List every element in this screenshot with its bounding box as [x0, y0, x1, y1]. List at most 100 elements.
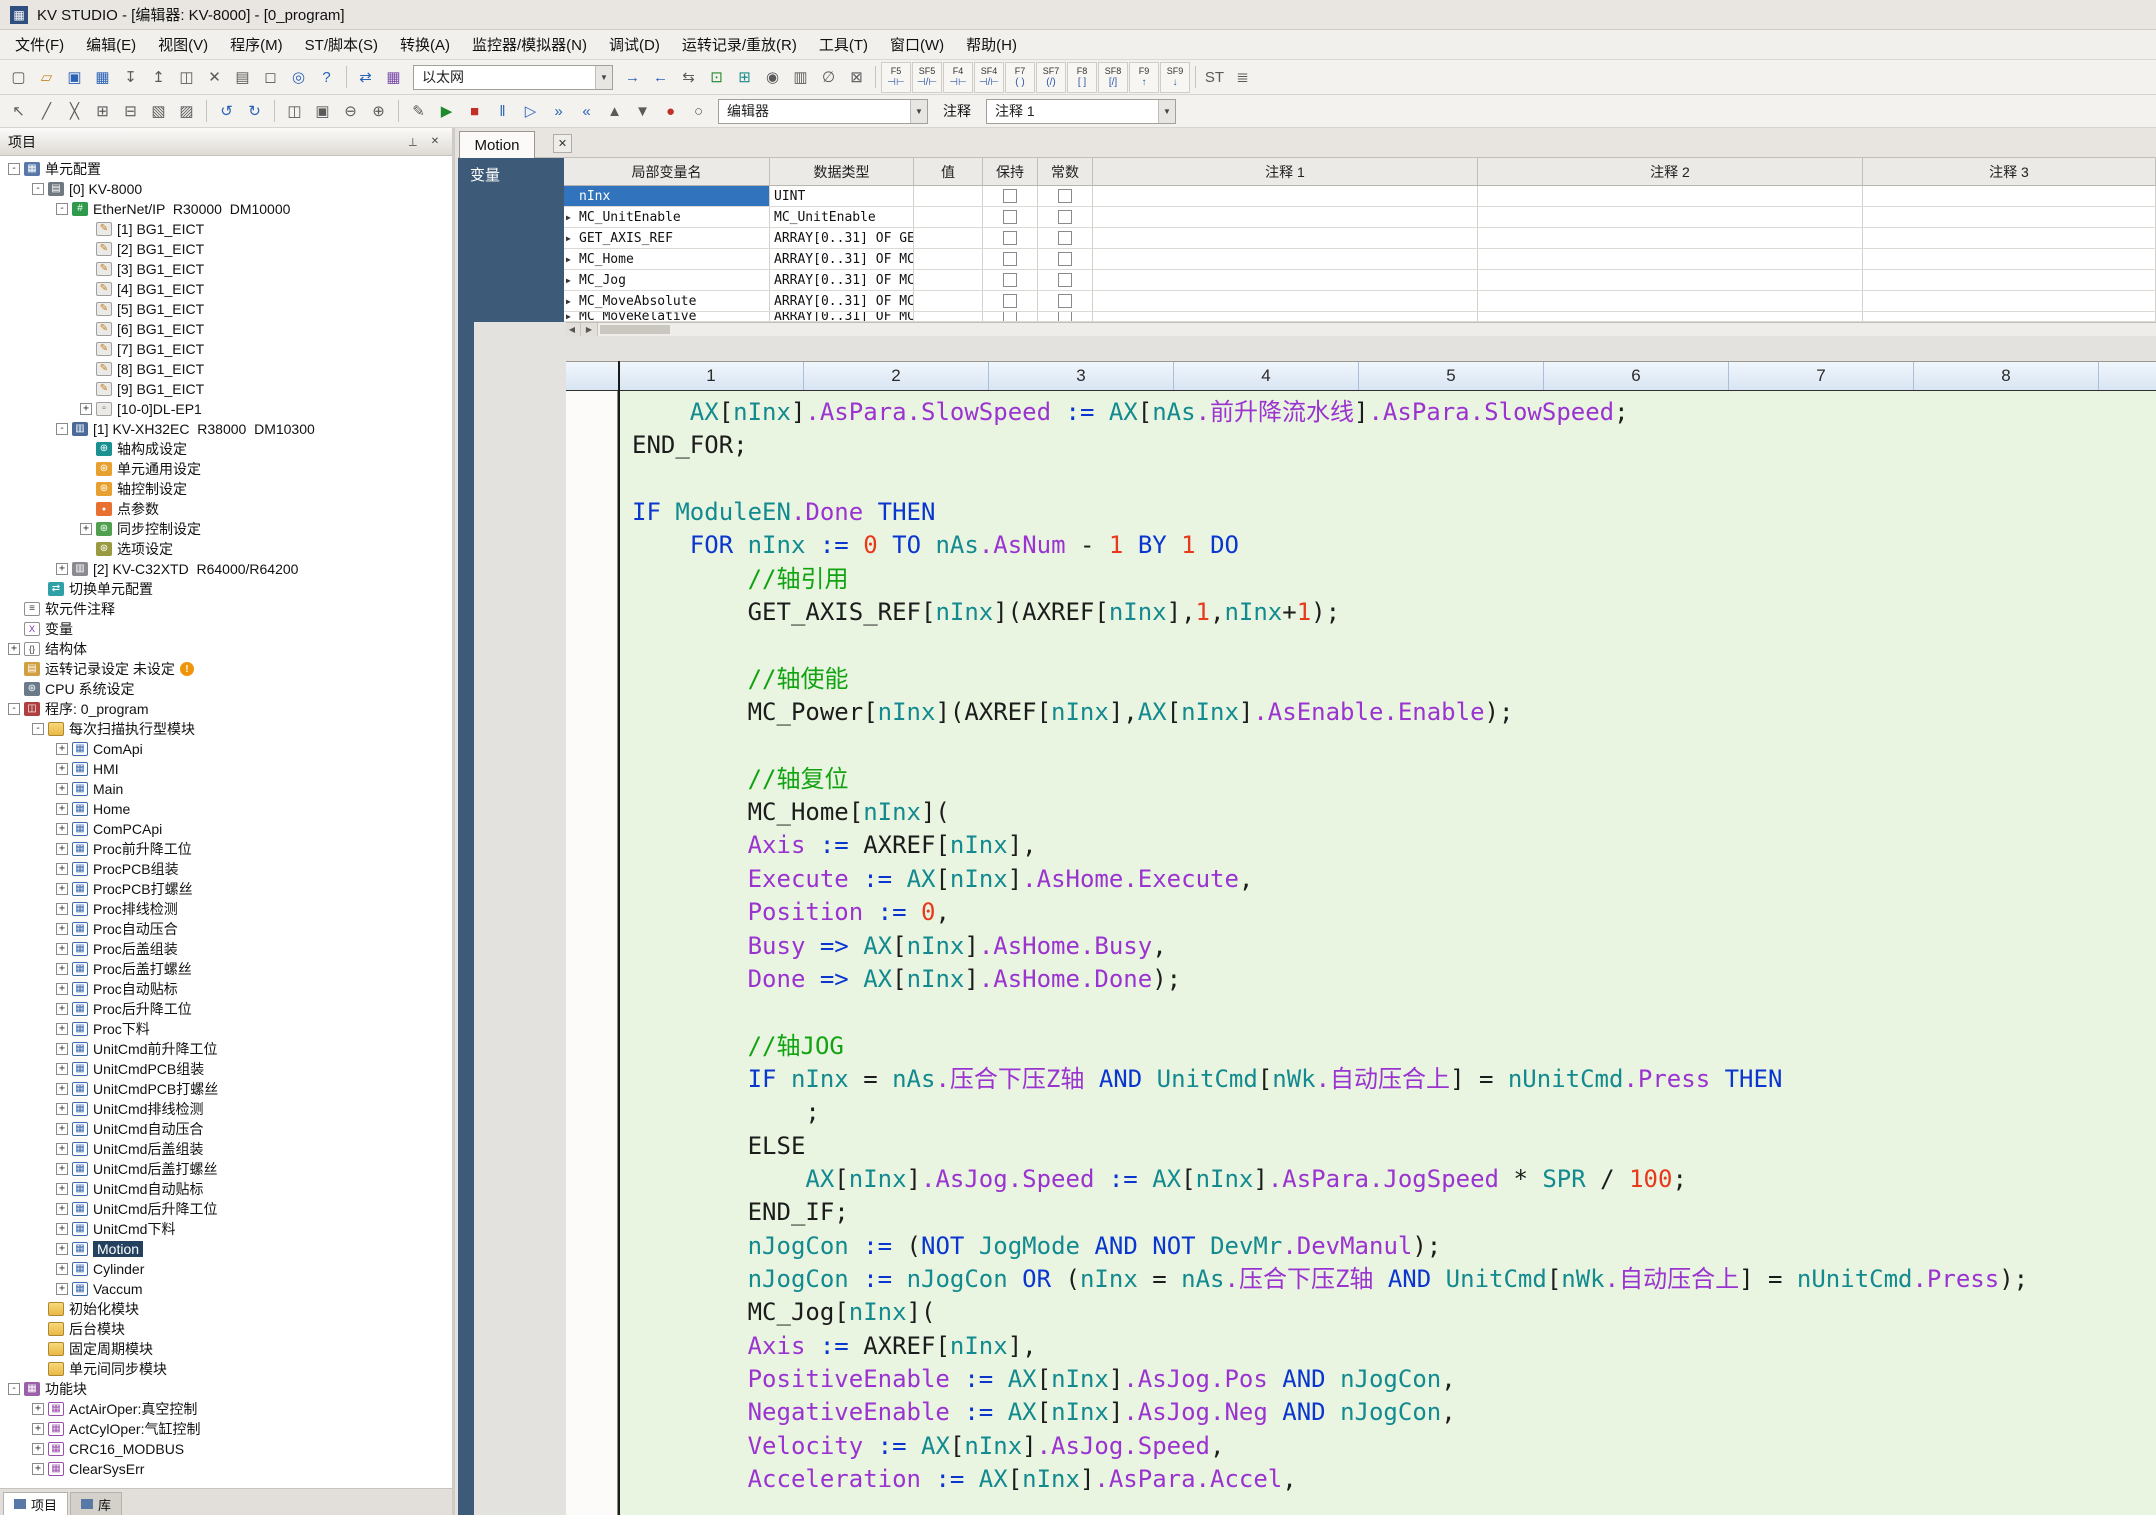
close-tab-icon[interactable]: ✕	[553, 134, 572, 153]
var-comment-cell[interactable]	[1093, 270, 1478, 290]
tree-item[interactable]: + UnitCmd下料	[0, 1219, 452, 1239]
expand-icon[interactable]: +	[32, 1463, 44, 1475]
monitor-mode-icon[interactable]: ⊡	[703, 64, 730, 90]
draw-line-icon[interactable]: ╱	[33, 98, 60, 124]
var-name-cell[interactable]: ▶ GET_AXIS_REF	[564, 228, 770, 248]
var-comment-cell[interactable]	[1093, 249, 1478, 269]
expand-icon[interactable]: +	[80, 403, 92, 415]
var-comment-cell[interactable]	[1093, 186, 1478, 206]
variable-side-panel[interactable]: 变量	[458, 158, 564, 322]
var-type-cell[interactable]: MC_UnitEnable	[770, 207, 914, 227]
run-icon[interactable]: ▶	[433, 98, 460, 124]
tree-item[interactable]: + Cylinder	[0, 1259, 452, 1279]
var-column-header[interactable]: 注释 3	[1863, 158, 2156, 185]
occupation-icon[interactable]: ⊠	[843, 64, 870, 90]
comment-set-selector[interactable]: 注释 1	[986, 98, 1176, 124]
tree-item[interactable]: +[4] BG1_EICT	[0, 279, 452, 299]
menu-item[interactable]: 工具(T)	[808, 31, 879, 58]
collapse-icon[interactable]: -	[56, 423, 68, 435]
editor-mode-icon[interactable]: ✎	[405, 98, 432, 124]
var-comment-cell[interactable]	[1863, 249, 2156, 269]
expand-array-icon[interactable]: ▶	[566, 213, 579, 222]
scroll-right-icon[interactable]: ▶	[581, 323, 598, 336]
expand-icon[interactable]: +	[56, 1183, 68, 1195]
menu-item[interactable]: 编辑(E)	[75, 31, 147, 58]
fn-f7-button[interactable]: F7( )	[1005, 61, 1035, 93]
expand-icon[interactable]: +	[56, 763, 68, 775]
close-icon[interactable]	[426, 133, 444, 151]
panel-tab-project[interactable]: 项目	[3, 1492, 69, 1515]
collapse-icon[interactable]: -	[8, 1383, 20, 1395]
tree-item[interactable]: + Proc后盖组装	[0, 939, 452, 959]
menu-item[interactable]: 转换(A)	[389, 31, 461, 58]
var-comment-cell[interactable]	[1863, 228, 2156, 248]
var-value-cell[interactable]	[914, 249, 983, 269]
var-retain-cell[interactable]	[983, 207, 1038, 227]
checkbox[interactable]	[1058, 252, 1072, 266]
expand-icon[interactable]: +	[56, 1063, 68, 1075]
checkbox[interactable]	[1058, 294, 1072, 308]
tree-item[interactable]: - EtherNet/IP R30000 DM10000	[0, 199, 452, 219]
tree-item[interactable]: - [1] KV-XH32EC R38000 DM10300	[0, 419, 452, 439]
var-constant-cell[interactable]	[1038, 249, 1093, 269]
tree-item[interactable]: +切换单元配置	[0, 579, 452, 599]
tree-item[interactable]: + CRC16_MODBUS	[0, 1439, 452, 1459]
var-comment-cell[interactable]	[1478, 228, 1863, 248]
expand-icon[interactable]: +	[56, 1083, 68, 1095]
expand-icon[interactable]: +	[56, 923, 68, 935]
var-constant-cell[interactable]	[1038, 291, 1093, 311]
expand-icon[interactable]: +	[32, 1403, 44, 1415]
expand-icon[interactable]: +	[56, 823, 68, 835]
expand-icon[interactable]: +	[56, 783, 68, 795]
tree-item[interactable]: +[8] BG1_EICT	[0, 359, 452, 379]
tree-item[interactable]: +后台模块	[0, 1319, 452, 1339]
var-retain-cell[interactable]	[983, 291, 1038, 311]
var-name-cell[interactable]: ▶ MC_Home	[564, 249, 770, 269]
tree-item[interactable]: + UnitCmd自动压合	[0, 1119, 452, 1139]
var-constant-cell[interactable]	[1038, 207, 1093, 227]
var-retain-cell[interactable]	[983, 312, 1038, 321]
open-project-icon[interactable]: ▱	[33, 64, 60, 90]
tree-item[interactable]: + ActCylOper:气缸控制	[0, 1419, 452, 1439]
tree-item[interactable]: + Proc下料	[0, 1019, 452, 1039]
simulator-icon[interactable]: ⊞	[731, 64, 758, 90]
tree-item[interactable]: + Proc排线检测	[0, 899, 452, 919]
checkbox[interactable]	[1003, 210, 1017, 224]
search-icon[interactable]: ◎	[285, 64, 312, 90]
expand-icon[interactable]: +	[56, 1043, 68, 1055]
tree-item[interactable]: + UnitCmd自动贴标	[0, 1179, 452, 1199]
checkbox[interactable]	[1003, 252, 1017, 266]
unit-configuration-icon[interactable]: ▦	[380, 64, 407, 90]
tree-item[interactable]: +固定周期模块	[0, 1339, 452, 1359]
help-icon[interactable]: ?	[313, 64, 340, 90]
tree-item[interactable]: + Proc前升降工位	[0, 839, 452, 859]
var-comment-cell[interactable]	[1863, 270, 2156, 290]
tree-item[interactable]: +[1] BG1_EICT	[0, 219, 452, 239]
expand-icon[interactable]: +	[56, 1163, 68, 1175]
var-comment-cell[interactable]	[1863, 291, 2156, 311]
tree-item[interactable]: + UnitCmd后升降工位	[0, 1199, 452, 1219]
tab-motion[interactable]: Motion	[459, 131, 535, 158]
fn-f4-button[interactable]: F4 ⊣⊢	[943, 61, 973, 93]
expand-icon[interactable]: +	[32, 1423, 44, 1435]
checkbox[interactable]	[1058, 210, 1072, 224]
tree-item[interactable]: + Proc自动贴标	[0, 979, 452, 999]
editor-gutter[interactable]	[566, 391, 618, 1515]
var-constant-cell[interactable]	[1038, 228, 1093, 248]
registration-monitor-icon[interactable]: ◉	[759, 64, 786, 90]
script-list-icon[interactable]: ≣	[1229, 64, 1256, 90]
expand-array-icon[interactable]: ▶	[566, 234, 579, 243]
var-comment-cell[interactable]	[1093, 207, 1478, 227]
move-up-icon[interactable]: ▲	[601, 98, 628, 124]
var-comment-cell[interactable]	[1478, 312, 1863, 321]
var-table-hscrollbar[interactable]: ◀ ▶	[564, 322, 2156, 336]
new-file-icon[interactable]: ▢	[5, 64, 32, 90]
expand-icon[interactable]: +	[56, 983, 68, 995]
tree-item[interactable]: +轴控制设定	[0, 479, 452, 499]
menu-item[interactable]: 帮助(H)	[955, 31, 1028, 58]
var-comment-cell[interactable]	[1478, 291, 1863, 311]
save-project-icon[interactable]: ▣	[61, 64, 88, 90]
tree-item[interactable]: + ProcPCB打螺丝	[0, 879, 452, 899]
stop-icon[interactable]: ■	[461, 98, 488, 124]
var-comment-cell[interactable]	[1093, 228, 1478, 248]
